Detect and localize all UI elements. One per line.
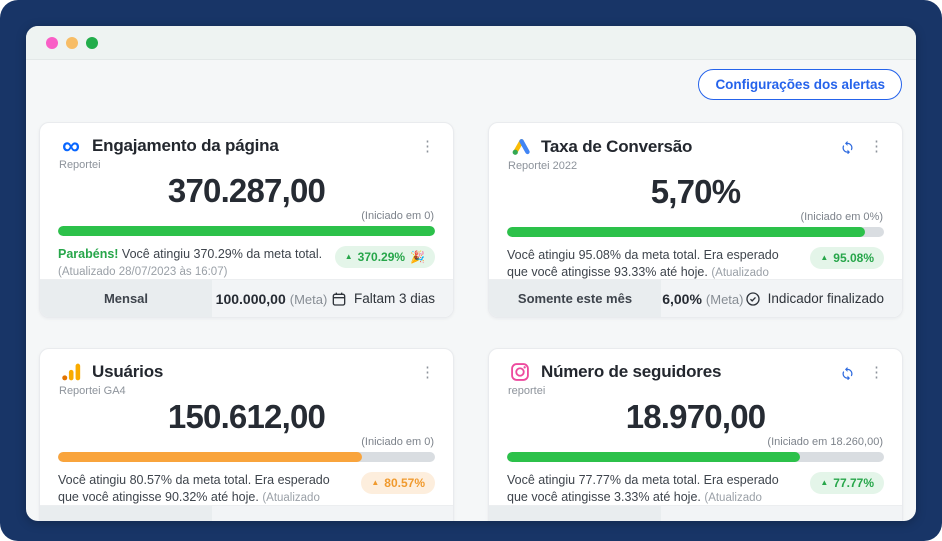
progress-badge: ▲80.57% xyxy=(361,472,435,494)
deadline-info: Faltam 3 dias xyxy=(331,291,453,307)
card-engajamento-da-pagina: ∞ Engajamento da página ⋮ Reportei 370.2… xyxy=(39,122,454,318)
up-arrow-icon: ▲ xyxy=(820,254,828,262)
indicator-status: Indicador finalizado xyxy=(745,291,902,307)
started-label: (Iniciado em 0%) xyxy=(508,211,883,223)
meta-goal xyxy=(661,517,902,522)
meta-goal xyxy=(212,517,453,522)
period-label: Mensal xyxy=(40,280,212,317)
progress-fill xyxy=(58,226,435,236)
card-footer: Mensal 100.000,00(Meta) Faltam 3 dias xyxy=(40,279,453,317)
started-label: (Iniciado em 18.260,00) xyxy=(508,436,883,448)
card-source: Reportei GA4 xyxy=(59,385,435,397)
card-footer: Somente este mês 6,00%(Meta) Indicador f… xyxy=(489,279,902,317)
instagram-icon xyxy=(507,362,533,382)
cards-grid: ∞ Engajamento da página ⋮ Reportei 370.2… xyxy=(39,122,903,521)
card-source: reportei xyxy=(508,385,884,397)
progress-badge: ▲95.08% xyxy=(810,247,884,269)
window-close-button[interactable] xyxy=(46,37,58,49)
more-options-icon[interactable]: ⋮ xyxy=(420,365,435,380)
check-circle-icon xyxy=(745,291,761,307)
metric-value: 18.970,00 xyxy=(507,398,884,436)
refresh-icon[interactable] xyxy=(840,139,855,154)
page-background: Configurações dos alertas ∞ Engajamento … xyxy=(0,0,942,541)
status-message: Parabéns! Você atingiu 370.29% da meta t… xyxy=(58,246,323,280)
metric-value: 370.287,00 xyxy=(58,172,435,210)
meta-goal: 100.000,00(Meta) xyxy=(212,291,331,307)
progress-fill xyxy=(58,452,362,462)
app-window: Configurações dos alertas ∞ Engajamento … xyxy=(26,26,916,521)
more-options-icon[interactable]: ⋮ xyxy=(420,139,435,154)
google-ads-icon xyxy=(507,136,533,157)
card-taxa-de-conversao: Taxa de Conversão ⋮ Reportei 2022 5,70% … xyxy=(488,122,903,318)
topbar: Configurações dos alertas xyxy=(39,60,903,100)
card-title: Engajamento da página xyxy=(92,136,420,156)
card-title: Taxa de Conversão xyxy=(541,137,840,157)
card-source: Reportei xyxy=(59,159,435,171)
progress-badge: ▲77.77% xyxy=(810,472,884,494)
card-footer xyxy=(40,505,453,521)
card-title: Número de seguidores xyxy=(541,362,840,382)
card-footer xyxy=(489,505,902,521)
card-numero-de-seguidores: Número de seguidores ⋮ reportei 18.970,0… xyxy=(488,348,903,521)
window-minimize-button[interactable] xyxy=(66,37,78,49)
more-options-icon[interactable]: ⋮ xyxy=(869,139,884,154)
progress-track xyxy=(507,227,884,237)
meta-icon: ∞ xyxy=(58,136,84,156)
refresh-icon[interactable] xyxy=(840,365,855,380)
period-label: Somente este mês xyxy=(489,280,661,317)
window-titlebar xyxy=(26,26,916,60)
progress-fill xyxy=(507,227,865,237)
up-arrow-icon: ▲ xyxy=(345,253,353,261)
started-label: (Iniciado em 0) xyxy=(59,210,434,222)
meta-goal: 6,00%(Meta) xyxy=(661,291,745,307)
metric-value: 150.612,00 xyxy=(58,398,435,436)
progress-track xyxy=(58,452,435,462)
progress-track xyxy=(58,226,435,236)
progress-track xyxy=(507,452,884,462)
card-source: Reportei 2022 xyxy=(508,160,884,172)
progress-fill xyxy=(507,452,800,462)
google-analytics-icon xyxy=(58,362,84,382)
dashboard-content: Configurações dos alertas ∞ Engajamento … xyxy=(26,60,916,521)
up-arrow-icon: ▲ xyxy=(820,479,828,487)
window-zoom-button[interactable] xyxy=(86,37,98,49)
progress-badge: ▲370.29%🎉 xyxy=(335,246,435,268)
updated-timestamp: (Atualizado 28/07/2023 às 16:07) xyxy=(58,266,227,278)
card-title: Usuários xyxy=(92,362,420,382)
period-label xyxy=(489,506,661,521)
metric-value: 5,70% xyxy=(507,173,884,211)
period-label xyxy=(40,506,212,521)
started-label: (Iniciado em 0) xyxy=(59,436,434,448)
card-usuarios: Usuários ⋮ Reportei GA4 150.612,00 (Inic… xyxy=(39,348,454,521)
more-options-icon[interactable]: ⋮ xyxy=(869,365,884,380)
calendar-icon xyxy=(331,291,347,307)
alerts-settings-button[interactable]: Configurações dos alertas xyxy=(698,69,902,100)
up-arrow-icon: ▲ xyxy=(371,479,379,487)
party-popper-icon: 🎉 xyxy=(410,250,425,264)
